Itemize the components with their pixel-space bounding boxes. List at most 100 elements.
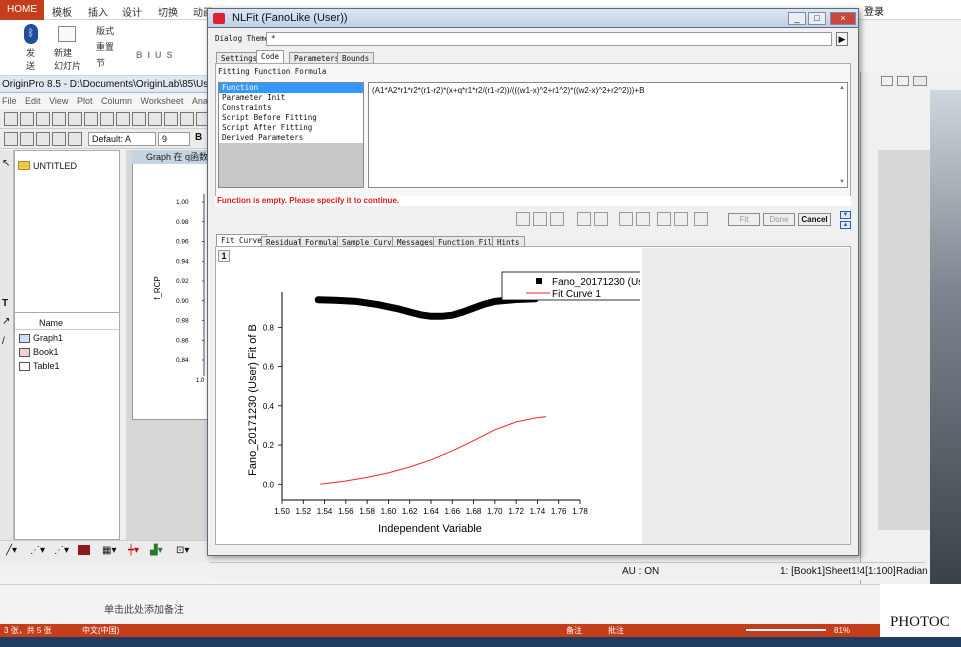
layer-index[interactable]: 1 <box>218 250 230 262</box>
ppt-notes-pane[interactable]: 单击此处添加备注 <box>0 584 880 624</box>
cancel-button[interactable]: Cancel <box>798 213 831 226</box>
minimize-icon[interactable] <box>881 76 893 86</box>
list-item-graph1[interactable]: Graph1 <box>33 333 63 343</box>
origin-format-toolbar: Default: A 9 B <box>0 129 210 149</box>
close-button[interactable]: × <box>830 12 856 25</box>
fit-button[interactable]: Fit <box>728 213 760 226</box>
new-worksheet-icon[interactable] <box>20 112 34 126</box>
login-link[interactable]: 登录 <box>864 3 884 18</box>
line-symbol-icon[interactable]: ⋰▾ <box>54 545 69 556</box>
text-tool-icon[interactable]: T <box>2 298 8 309</box>
section-function[interactable]: Function <box>219 83 363 93</box>
arrow-tool-icon[interactable]: ↗ <box>2 316 10 327</box>
notes-toggle[interactable]: 备注 <box>566 624 582 637</box>
bold-toggle[interactable]: B <box>195 132 202 143</box>
project-root[interactable]: UNTITLED <box>33 161 77 171</box>
fit-toolbar-fit-icon[interactable] <box>516 212 530 226</box>
edit-icon[interactable] <box>4 132 18 146</box>
menu-view[interactable]: View <box>49 96 68 106</box>
new-project-icon[interactable] <box>4 112 18 126</box>
cut-icon[interactable] <box>20 132 34 146</box>
done-button[interactable]: Done <box>763 213 795 226</box>
dialog-theme-input[interactable]: * <box>266 32 832 46</box>
x-tick-label: 1.62 <box>402 507 418 516</box>
bg-graph-ytick: 0.96 <box>176 239 189 246</box>
new-graph-icon[interactable] <box>36 112 50 126</box>
fit-toolbar-undo-icon[interactable] <box>619 212 633 226</box>
new-matrix-icon[interactable] <box>52 112 66 126</box>
comments-toggle[interactable]: 批注 <box>608 624 624 637</box>
contour-icon[interactable]: ▦▾ <box>102 545 116 556</box>
reset-button[interactable]: 重置 <box>96 40 114 53</box>
recent-icon[interactable] <box>164 112 178 126</box>
list-item-table1[interactable]: Table1 <box>33 361 60 371</box>
theme-arrow-button[interactable]: ▶ <box>836 32 848 46</box>
section-constraints[interactable]: Constraints <box>219 103 363 113</box>
format-icon[interactable] <box>68 132 82 146</box>
fit-toolbar-init-icon[interactable] <box>636 212 650 226</box>
tab-template[interactable]: 模板 <box>52 4 72 19</box>
save-project-icon[interactable] <box>180 112 194 126</box>
menu-edit[interactable]: Edit <box>25 96 41 106</box>
new-layout-icon[interactable] <box>84 112 98 126</box>
section-button[interactable]: 节 <box>96 56 105 69</box>
tab-design[interactable]: 设计 <box>122 4 142 19</box>
new-function-icon[interactable] <box>68 112 82 126</box>
area-plot-icon[interactable]: ▟▾ <box>150 545 163 556</box>
line-tool-icon[interactable]: / <box>2 336 5 347</box>
collapse-up-icon[interactable]: ▼ <box>840 211 851 219</box>
fit-toolbar-report-icon[interactable] <box>533 212 547 226</box>
dialog-titlebar[interactable]: NLFit (FanoLike (User)) _ □ × <box>207 8 859 28</box>
new-notes-icon[interactable] <box>100 112 114 126</box>
close-icon[interactable] <box>913 76 927 86</box>
bluetooth-icon[interactable]: ᛒ <box>24 24 38 44</box>
open-template-icon[interactable] <box>132 112 146 126</box>
scroll-up-icon[interactable]: ▲ <box>839 85 845 91</box>
formula-editor[interactable]: ▲ ▼ <box>368 82 848 188</box>
section-script-before[interactable]: Script Before Fitting <box>219 113 363 123</box>
zoom-slider[interactable] <box>746 629 826 631</box>
fit-toolbar-converge-icon[interactable] <box>594 212 608 226</box>
menu-column[interactable]: Column <box>101 96 132 106</box>
tab-insert[interactable]: 插入 <box>88 4 108 19</box>
tab-home[interactable]: HOME <box>0 0 44 20</box>
section-derived-parameters[interactable]: Derived Parameters <box>219 133 363 143</box>
background-graph-title[interactable]: Graph 在 q函数 <box>132 150 210 164</box>
list-header-name[interactable]: Name <box>15 317 119 330</box>
list-item-book1[interactable]: Book1 <box>33 347 59 357</box>
tab-transitions[interactable]: 切换 <box>158 4 178 19</box>
new-slide-label[interactable]: 新建 幻灯片 <box>54 46 81 72</box>
section-parameter-init[interactable]: Parameter Init <box>219 93 363 103</box>
fit-toolbar-chisq-icon[interactable] <box>657 212 671 226</box>
collapse-down-icon[interactable]: ▲ <box>840 221 851 229</box>
font-size-select[interactable]: 9 <box>158 132 190 146</box>
scatter-plot-icon[interactable]: ⋰▾ <box>30 545 45 556</box>
origin-statusbar: AU : ON 1: [Book1]Sheet1!4[1:100] Radian <box>210 562 928 580</box>
open-excel-icon[interactable] <box>148 112 162 126</box>
paste-icon[interactable] <box>52 132 66 146</box>
scroll-down-icon[interactable]: ▼ <box>839 179 845 185</box>
copy-icon[interactable] <box>36 132 50 146</box>
menu-worksheet[interactable]: Worksheet <box>141 96 184 106</box>
restore-icon[interactable] <box>897 76 909 86</box>
bold-button[interactable]: B I U S <box>136 50 173 60</box>
fit-toolbar-step-icon[interactable] <box>577 212 591 226</box>
column-plot-icon[interactable] <box>78 545 90 555</box>
open-icon[interactable] <box>116 112 130 126</box>
minimize-button[interactable]: _ <box>788 12 806 25</box>
formula-text[interactable]: (A1*A2*r1*r2*(r1-r2)*(x+q*r1*r2/(r1-r2))… <box>372 86 644 95</box>
section-script-after[interactable]: Script After Fitting <box>219 123 363 133</box>
line-plot-icon[interactable]: ╱▾ <box>6 545 17 556</box>
menu-plot[interactable]: Plot <box>77 96 93 106</box>
menu-file[interactable]: File <box>2 96 17 106</box>
font-select[interactable]: Default: A <box>88 132 156 146</box>
fit-toolbar-save-icon[interactable] <box>550 212 564 226</box>
fit-toolbar-iterate-icon[interactable] <box>674 212 688 226</box>
fit-toolbar-fitall-icon[interactable] <box>694 212 708 226</box>
new-slide-icon[interactable] <box>58 26 76 42</box>
statistics-icon[interactable]: ⊡▾ <box>176 545 189 556</box>
maximize-button[interactable]: □ <box>808 12 826 25</box>
error-bar-icon[interactable]: ┿▾ <box>128 545 139 556</box>
pointer-icon[interactable]: ↖ <box>2 158 10 169</box>
layout-button[interactable]: 版式 <box>96 24 114 37</box>
